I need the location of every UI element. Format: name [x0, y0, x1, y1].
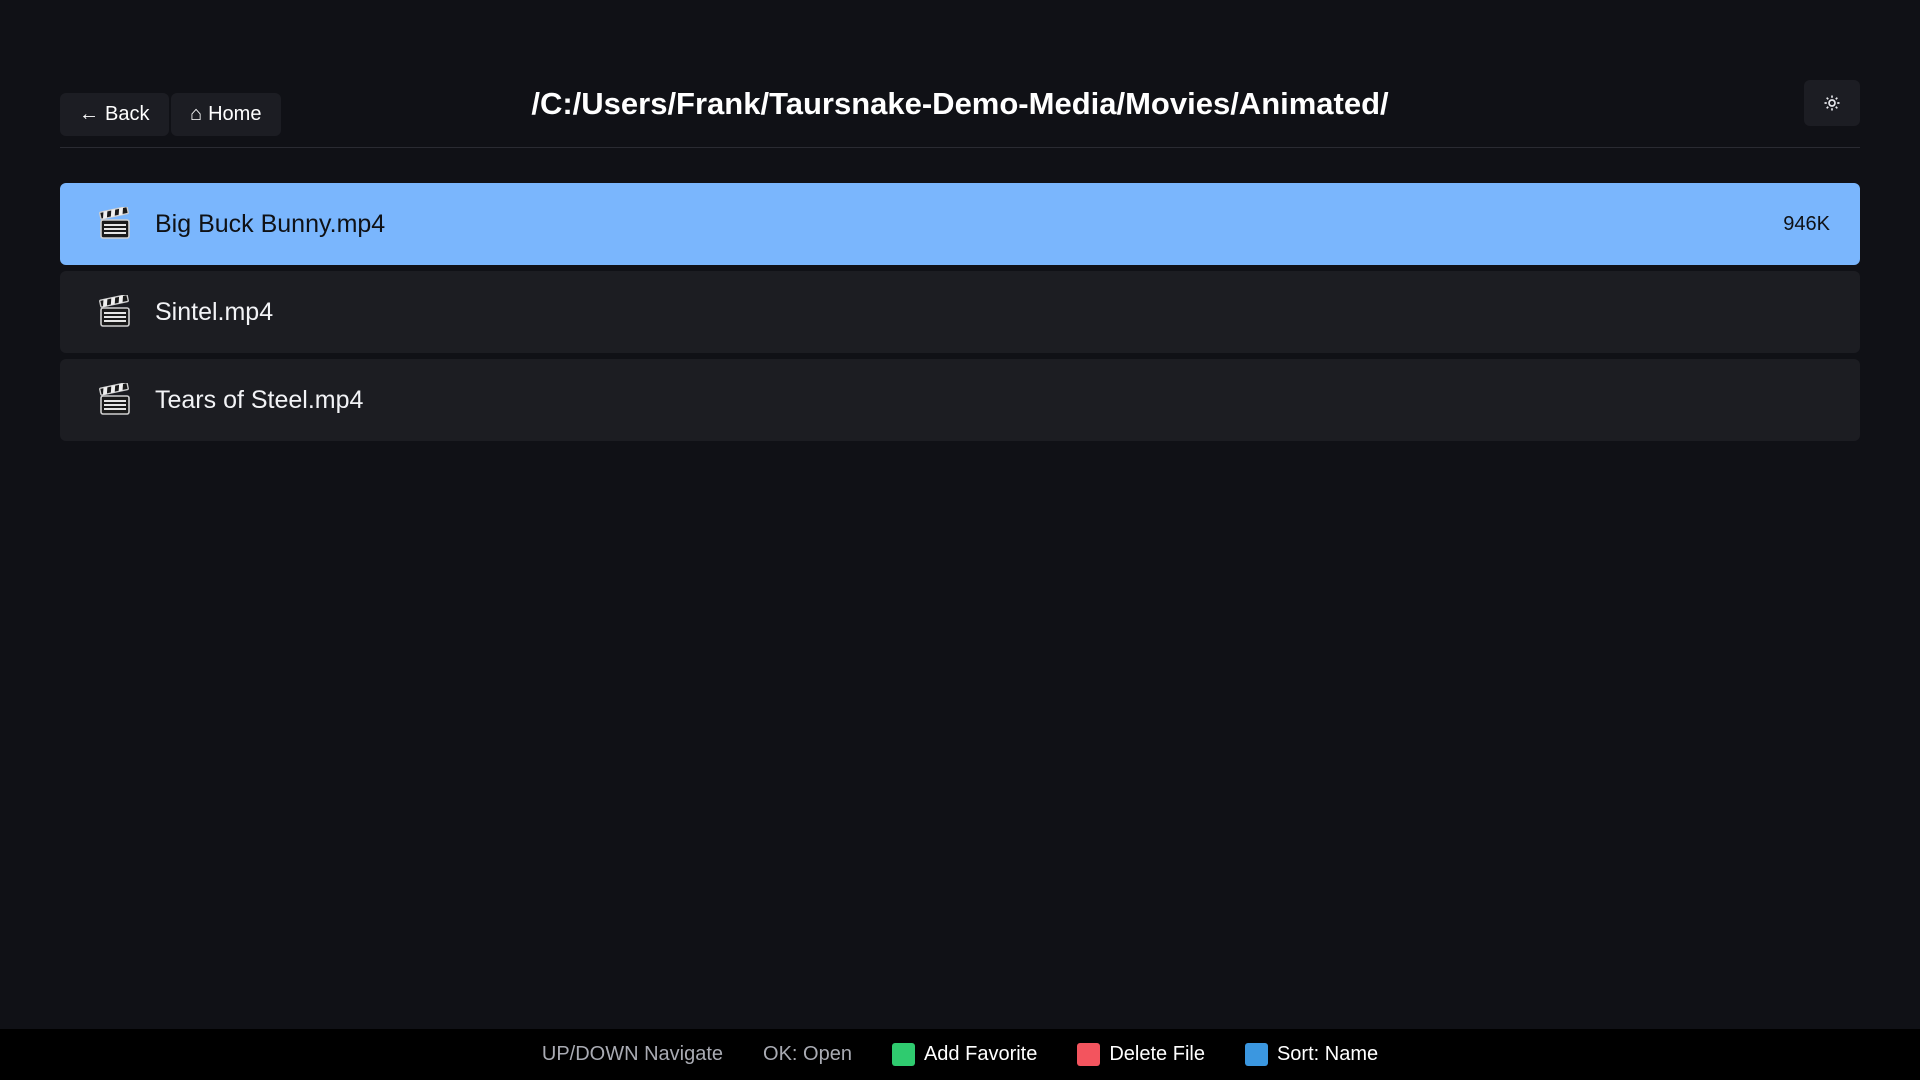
home-button[interactable]: ⌂ Home: [171, 92, 281, 136]
header-divider: [60, 147, 1860, 148]
header: ← Back ⌂ Home /C:/Users/Frank/Taursnake-…: [60, 80, 1860, 146]
file-list: Big Buck Bunny.mp4 946K Sintel.mp4 Tears …: [60, 183, 1860, 447]
sort-key[interactable]: Sort: Name: [1244, 1043, 1379, 1066]
file-row[interactable]: Tears of Steel.mp4: [60, 359, 1860, 441]
file-size: 946K: [1783, 212, 1830, 235]
navigate-hint: UP/DOWN Navigate: [541, 1043, 724, 1065]
home-label: Home: [208, 102, 262, 125]
current-path: /C:/Users/Frank/Taursnake-Demo-Media/Mov…: [531, 86, 1389, 121]
gear-icon: [1824, 95, 1840, 111]
left-arrow-icon: ←: [79, 102, 99, 125]
blue-key-icon: [1244, 1043, 1268, 1066]
green-key-icon: [891, 1043, 915, 1066]
clapperboard-icon: [97, 382, 133, 418]
add-favorite-key[interactable]: Add Favorite: [891, 1043, 1038, 1066]
home-icon: ⌂: [190, 102, 203, 125]
back-label: Back: [105, 102, 150, 125]
sort-label: Sort: Name: [1276, 1043, 1379, 1065]
back-button[interactable]: ← Back: [60, 92, 169, 136]
file-row[interactable]: Big Buck Bunny.mp4 946K: [60, 183, 1860, 265]
delete-file-label: Delete File: [1109, 1043, 1205, 1065]
file-row[interactable]: Sintel.mp4: [60, 271, 1860, 353]
file-browser: ← Back ⌂ Home /C:/Users/Frank/Taursnake-…: [0, 0, 1920, 1080]
file-name: Big Buck Bunny.mp4: [155, 209, 386, 238]
file-name: Tears of Steel.mp4: [155, 385, 364, 414]
red-key-icon: [1077, 1043, 1101, 1066]
file-name: Sintel.mp4: [155, 297, 274, 326]
clapperboard-icon: [97, 294, 133, 330]
delete-file-key[interactable]: Delete File: [1077, 1043, 1205, 1066]
settings-button[interactable]: [1804, 80, 1860, 126]
clapperboard-icon: [97, 206, 133, 242]
add-favorite-label: Add Favorite: [923, 1043, 1038, 1065]
footer-hints: UP/DOWN Navigate OK: Open Add Favorite D…: [0, 1029, 1920, 1080]
ok-hint: OK: Open: [763, 1043, 852, 1065]
